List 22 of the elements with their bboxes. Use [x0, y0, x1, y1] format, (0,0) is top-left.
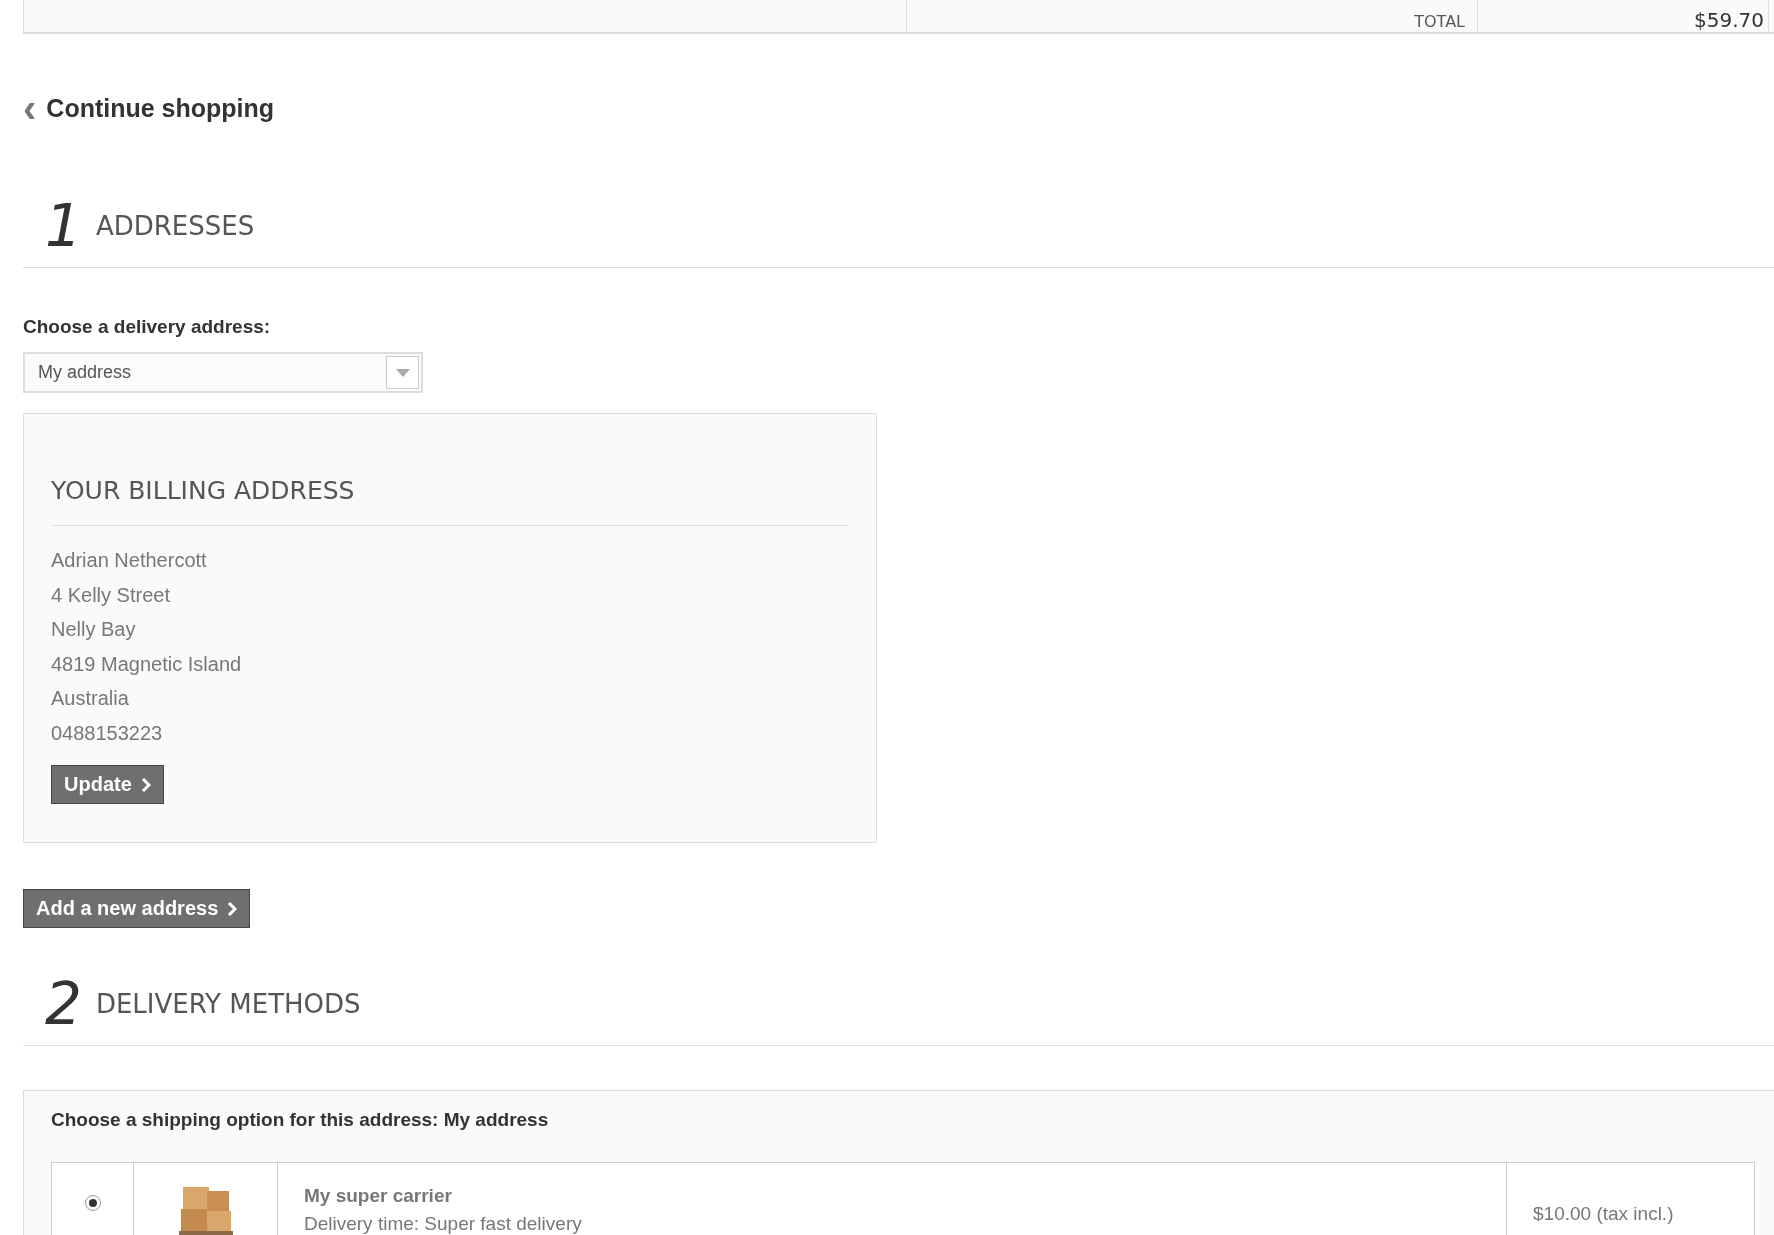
total-label: TOTAL — [1414, 12, 1465, 32]
card-title: YOUR BILLING ADDRESS — [51, 476, 849, 526]
address-line: Nelly Bay — [51, 617, 137, 642]
section-title: DELIVERY METHODS — [95, 989, 361, 1021]
step-number: 2 — [45, 975, 82, 1033]
delivery-time: Delivery time: Super fast delivery — [304, 1213, 582, 1235]
address-line: 4819 Magnetic Island — [51, 651, 243, 676]
section-title: ADDRESSES — [95, 211, 255, 243]
add-address-button[interactable]: Add a new address — [23, 889, 251, 928]
carrier-name: My super carrier — [304, 1185, 452, 1207]
address-line: Australia — [51, 686, 130, 711]
address-line: Adrian Nethercott — [51, 548, 208, 573]
address-select[interactable]: My address — [23, 352, 423, 393]
continue-shopping-link[interactable]: ‹ Continue shopping — [23, 94, 275, 123]
address-line: 0488153223 — [51, 720, 164, 745]
address-line: 4 Kelly Street — [51, 582, 171, 607]
shipping-heading: Choose a shipping option for this address: My address — [51, 1109, 550, 1131]
shipping-price: $10.00 (tax incl.) — [1532, 1203, 1674, 1225]
total-value: $59.70 — [1694, 8, 1765, 32]
step-number: 1 — [45, 197, 82, 255]
update-button[interactable]: Update — [51, 765, 164, 804]
field-label: Choose a delivery address: — [23, 316, 272, 338]
